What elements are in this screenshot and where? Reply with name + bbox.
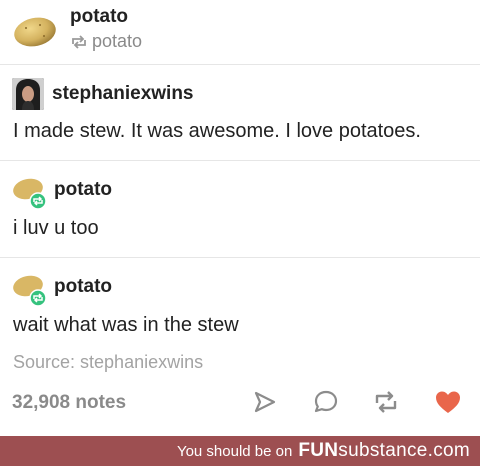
username: stephaniexwins — [52, 83, 194, 104]
post-text: i luv u too — [13, 217, 99, 239]
source-link[interactable]: Source: stephaniexwins — [13, 352, 203, 373]
post-text: I made stew. It was awesome. I love pota… — [13, 120, 421, 142]
potato-avatar-icon[interactable] — [12, 12, 58, 50]
heart-icon — [436, 391, 460, 413]
avatar-photo-icon — [12, 78, 44, 110]
potato-avatar-icon — [13, 275, 47, 307]
footer-brand: FUNsubstance.com — [298, 440, 470, 461]
share-icon — [254, 391, 276, 413]
watermark-footer: You should be on FUNsubstance.com — [0, 436, 480, 466]
reblog-user-row[interactable]: stephaniexwins — [12, 78, 194, 110]
post-text: wait what was in the stew — [13, 314, 239, 336]
notes-count[interactable]: 32,908 notes — [12, 392, 126, 414]
potato-avatar-icon — [13, 178, 47, 210]
share-button[interactable] — [251, 388, 279, 416]
reply-icon — [314, 390, 338, 413]
reblog-entry: potato i luv u too — [0, 161, 480, 258]
footer-text: You should be on — [176, 442, 293, 460]
reply-button[interactable] — [312, 388, 340, 416]
username: potato — [54, 179, 113, 200]
blog-name[interactable]: potato — [70, 6, 128, 28]
user-avatar[interactable] — [12, 78, 44, 110]
reblog-icon — [375, 391, 397, 413]
username: potato — [54, 276, 113, 297]
reblogged-from-name[interactable]: potato — [92, 31, 142, 52]
reblogged-from: potato — [70, 31, 142, 52]
reblog-user-row[interactable]: potato — [12, 272, 113, 307]
user-avatar[interactable] — [12, 272, 47, 307]
reblog-entry: potato wait what was in the stew — [0, 258, 480, 348]
reblog-button[interactable] — [372, 388, 400, 416]
like-button[interactable] — [434, 388, 462, 416]
reblog-icon — [72, 34, 86, 49]
reblog-user-row[interactable]: potato — [12, 175, 113, 210]
reblog-entry: stephaniexwins I made stew. It was aweso… — [0, 64, 480, 161]
user-avatar[interactable] — [12, 175, 47, 210]
post-header: potato potato — [0, 0, 480, 65]
